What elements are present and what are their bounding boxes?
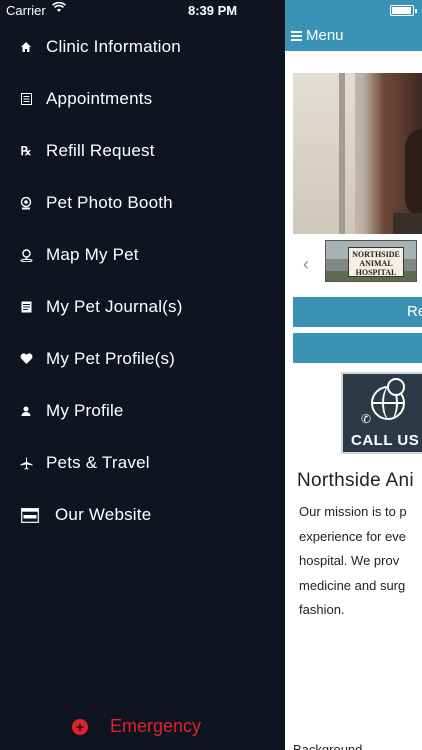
staff-photo [293,73,422,234]
main-content: Menu ‹ NORTHSIDE ANIMAL HOSPITAL Re ✆ CA… [285,0,422,750]
menu-item-clinic-information[interactable]: Clinic Information [0,27,285,67]
menu-button[interactable]: Menu [291,27,344,44]
paragraph-line: Our mission is to p [299,504,407,519]
action-button[interactable] [293,333,422,363]
emergency-label: Emergency [110,716,202,736]
clock-time: 8:39 PM [188,3,238,18]
user-icon [19,404,33,418]
paragraph-line: experience for eve [299,528,406,544]
menu-item-our-website[interactable]: Our Website [0,495,285,535]
paragraph-line: medicine and surg [299,577,406,593]
camera-icon [19,196,33,210]
carousel-thumbnail[interactable]: NORTHSIDE ANIMAL HOSPITAL [325,240,417,282]
menu-item-pet-photo-booth[interactable]: Pet Photo Booth [0,183,285,223]
battery-icon [390,5,417,16]
mission-paragraph: Our mission is to p experience for eve h… [299,500,422,623]
paragraph-line: fashion. [299,602,345,617]
prescription-icon: ℞ [20,144,32,158]
menu-item-refill-request[interactable]: ℞ Refill Request [0,131,285,171]
menu-button-label: Menu [306,27,344,44]
menu-item-label: My Pet Profile(s) [46,349,176,368]
button-label: Re [407,303,422,320]
phone-icon: ✆ [361,412,372,426]
section-heading: Background [293,742,363,750]
menu-item-pets-and-travel[interactable]: Pets & Travel [0,443,285,483]
call-us-button[interactable]: ✆ CALL US [341,372,422,454]
carrier-label: Carrier [6,3,46,18]
clinic-heading: Northside Ani [297,470,414,491]
call-us-label: CALL US [351,432,420,449]
menu-item-label: Appointments [46,89,153,108]
menu-item-label: Our Website [55,505,152,524]
menu-item-label: Pet Photo Booth [46,193,173,212]
menu-item-label: Map My Pet [46,245,139,264]
wifi-icon [52,1,66,16]
airplane-icon [19,456,33,470]
menu-item-my-profile[interactable]: My Profile [0,391,285,431]
status-bar: Carrier 8:39 PM [0,0,422,22]
map-pin-icon [19,248,33,262]
menu-item-my-pet-journals[interactable]: My Pet Journal(s) [0,287,285,327]
menu-item-label: My Pet Journal(s) [46,297,183,316]
home-icon [19,40,33,54]
menu-item-my-pet-profiles[interactable]: My Pet Profile(s) [0,339,285,379]
menu-item-appointments[interactable]: Appointments [0,79,285,119]
contact-person-icon [387,378,405,396]
calendar-icon [19,92,33,106]
menu-item-label: Pets & Travel [46,453,150,472]
hamburger-icon [291,30,302,41]
chevron-left-icon[interactable]: ‹ [303,254,309,275]
navigation-drawer: Clinic Information Appointments ℞ Refill… [0,0,285,750]
menu-item-label: My Profile [46,401,124,420]
heart-icon [19,352,33,366]
menu-item-label: Clinic Information [46,37,181,56]
www-icon [21,507,39,523]
menu-item-label: Refill Request [46,141,155,160]
request-appointment-button[interactable]: Re [293,297,422,327]
hospital-sign-image-text: NORTHSIDE ANIMAL HOSPITAL [348,247,404,277]
paragraph-line: hospital. We prov [299,553,400,568]
emergency-button[interactable]: + Emergency [72,716,201,737]
journal-icon [19,300,33,314]
menu-item-map-my-pet[interactable]: Map My Pet [0,235,285,275]
plus-circle-icon: + [72,718,88,735]
photo-carousel: ‹ NORTHSIDE ANIMAL HOSPITAL [293,238,422,288]
